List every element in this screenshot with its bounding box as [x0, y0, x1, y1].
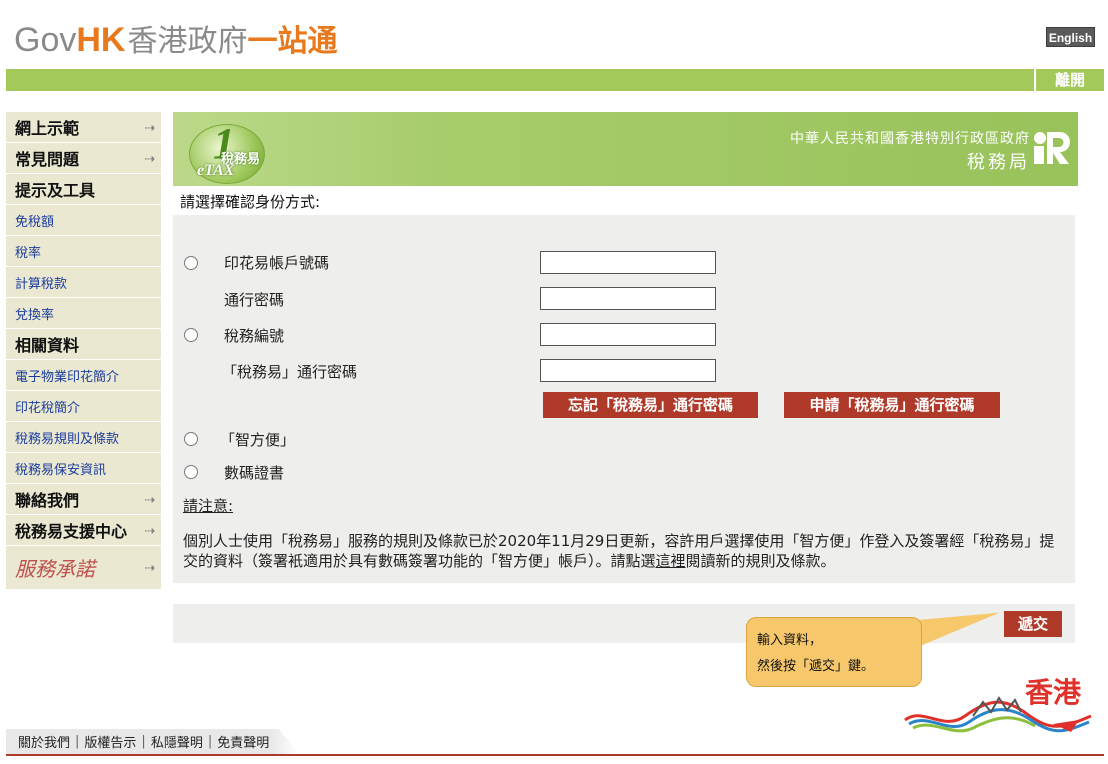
logo-cn-orange-text: 一站通 [247, 24, 338, 59]
sidebar-item-support-centre[interactable]: 稅務易支援中心 ⇢ [6, 515, 161, 546]
logo-hk-text: HK [76, 21, 126, 59]
password-input[interactable] [540, 287, 716, 310]
etax-banner: 1 稅務易 eTAX 中華人民共和國香港特別行政區政府 稅務局 [173, 112, 1078, 186]
english-button[interactable]: English [1046, 27, 1095, 47]
expand-arrow-icon: ⇢ [144, 152, 155, 167]
notice-text: 個別人士使用「稅務易」服務的規則及條款已於2020年11月29日更新，容許用戶選… [183, 532, 1055, 570]
department-name-line1: 中華人民共和國香港特別行政區政府 [790, 131, 1030, 147]
footer-separator: | [141, 734, 146, 749]
sidebar-item-label: 電子物業印花簡介 [15, 369, 120, 385]
submit-button[interactable]: 遞交 [1004, 611, 1062, 637]
etax-logo-en-text: eTAX [197, 162, 235, 179]
department-name-line2: 稅務局 [967, 152, 1030, 173]
logo-gov-text: Gov [14, 21, 77, 59]
footer-red-line [6, 754, 1104, 756]
notice-body: 個別人士使用「稅務易」服務的規則及條款已於2020年11月29日更新，容許用戶選… [183, 531, 1068, 571]
govhk-logo[interactable]: Gov HK 香港政府 一站通 [14, 16, 337, 60]
footer-link-about-us[interactable]: 關於我們 [18, 732, 70, 751]
sidebar-item-label: 相關資料 [15, 336, 80, 355]
sidebar: 網上示範 ⇢ 常見問題 ⇢ 提示及工具 免稅額 稅率 計算稅款 兌換率 相關資料… [6, 112, 161, 590]
sidebar-item-label: 稅率 [15, 245, 42, 261]
sidebar-item-label: 服務承諾 [15, 557, 95, 581]
sidebar-item-label: 免稅額 [15, 214, 55, 230]
brand-hong-kong-dragon-icon: 香港 [904, 676, 1092, 733]
expand-arrow-icon: ⇢ [144, 121, 155, 136]
sidebar-item-service-pledge[interactable]: 服務承諾 ⇢ [6, 546, 161, 590]
radio-stamp-account[interactable] [184, 256, 198, 270]
ird-logo-icon [1034, 132, 1070, 164]
top-green-bar [6, 69, 1104, 91]
sidebar-item-label: 印花稅簡介 [15, 400, 81, 416]
sidebar-item-label: 兌換率 [15, 307, 55, 323]
sidebar-item-faq[interactable]: 常見問題 ⇢ [6, 143, 161, 174]
sidebar-item-label: 常見問題 [15, 150, 80, 169]
footer-link-disclaimer[interactable]: 免責聲明 [217, 732, 269, 751]
footer-link-privacy[interactable]: 私隱聲明 [151, 732, 203, 751]
digital-certificate-label: 數碼證書 [224, 464, 285, 482]
sidebar-item-etax-terms[interactable]: 稅務易規則及條款 [6, 422, 161, 453]
sidebar-item-label: 稅務易支援中心 [15, 522, 128, 541]
sidebar-item-tax-calculator[interactable]: 計算稅款 [6, 267, 161, 298]
notice-title: 請注意: [183, 497, 234, 515]
forgot-password-button[interactable]: 忘記「稅務易」通行密碼 [543, 392, 758, 418]
sidebar-item-stamp-duty-intro[interactable]: 印花稅簡介 [6, 391, 161, 422]
tip-line-2: 然後按「遞交」鍵。 [757, 659, 875, 674]
sidebar-item-label: 計算稅款 [15, 276, 68, 292]
sidebar-item-etax-security[interactable]: 稅務易保安資訊 [6, 453, 161, 484]
sidebar-heading-tips-tools: 提示及工具 [6, 174, 161, 205]
identity-method-prompt: 請選擇確認身份方式: [180, 193, 321, 211]
footer-link-copyright[interactable]: 版權告示 [84, 732, 136, 751]
footer-links: 關於我們 | 版權告示 | 私隱聲明 | 免責聲明 [6, 729, 300, 754]
etax-logo: 1 稅務易 eTAX [185, 118, 275, 184]
submit-tip-callout: 輸入資料， 然後按「遞交」鍵。 [746, 617, 922, 687]
expand-arrow-icon: ⇢ [144, 524, 155, 539]
tip-line-1: 輸入資料， [757, 633, 823, 648]
logo-cn-gray-text: 香港政府 [127, 24, 248, 59]
sidebar-item-e-property-stamping[interactable]: 電子物業印花簡介 [6, 360, 161, 391]
sidebar-item-contact-us[interactable]: 聯絡我們 ⇢ [6, 484, 161, 515]
notice-text-end: 閱讀新的規則及條款。 [685, 552, 836, 570]
brand-hk-text: 香港 [1025, 676, 1082, 709]
sidebar-item-exchange-rates[interactable]: 兌換率 [6, 298, 161, 329]
etax-password-label: 「稅務易」通行密碼 [222, 363, 358, 381]
tax-file-number-input[interactable] [540, 323, 716, 346]
tax-file-number-label: 稅務編號 [224, 327, 285, 345]
apply-password-button[interactable]: 申請「稅務易」通行密碼 [784, 392, 1000, 418]
footer-separator: | [207, 734, 213, 749]
expand-arrow-icon: ⇢ [144, 493, 155, 508]
sidebar-item-allowances[interactable]: 免稅額 [6, 205, 161, 236]
etax-password-input[interactable] [540, 359, 716, 382]
sidebar-item-label: 聯絡我們 [15, 491, 80, 510]
iam-smart-label: 「智方便」 [220, 431, 296, 449]
password-label: 通行密碼 [224, 291, 285, 309]
radio-digital-certificate[interactable] [184, 465, 198, 479]
sidebar-item-label: 稅務易保安資訊 [15, 462, 107, 478]
sidebar-item-label: 稅務易規則及條款 [15, 431, 120, 447]
expand-arrow-icon: ⇢ [144, 561, 155, 576]
terms-link[interactable]: 這裡 [656, 552, 686, 570]
radio-tax-file-number[interactable] [184, 328, 198, 342]
sidebar-item-label: 提示及工具 [15, 181, 96, 200]
radio-iam-smart[interactable] [184, 432, 198, 446]
stamp-account-input[interactable] [540, 251, 716, 274]
exit-button[interactable]: 離開 [1034, 69, 1104, 91]
sidebar-item-label: 網上示範 [15, 119, 80, 138]
sidebar-item-tax-rates[interactable]: 稅率 [6, 236, 161, 267]
sidebar-heading-related-info: 相關資料 [6, 329, 161, 360]
footer-separator: | [75, 734, 80, 749]
sidebar-item-online-demo[interactable]: 網上示範 ⇢ [6, 112, 161, 143]
stamp-account-label: 印花易帳戶號碼 [224, 254, 330, 272]
